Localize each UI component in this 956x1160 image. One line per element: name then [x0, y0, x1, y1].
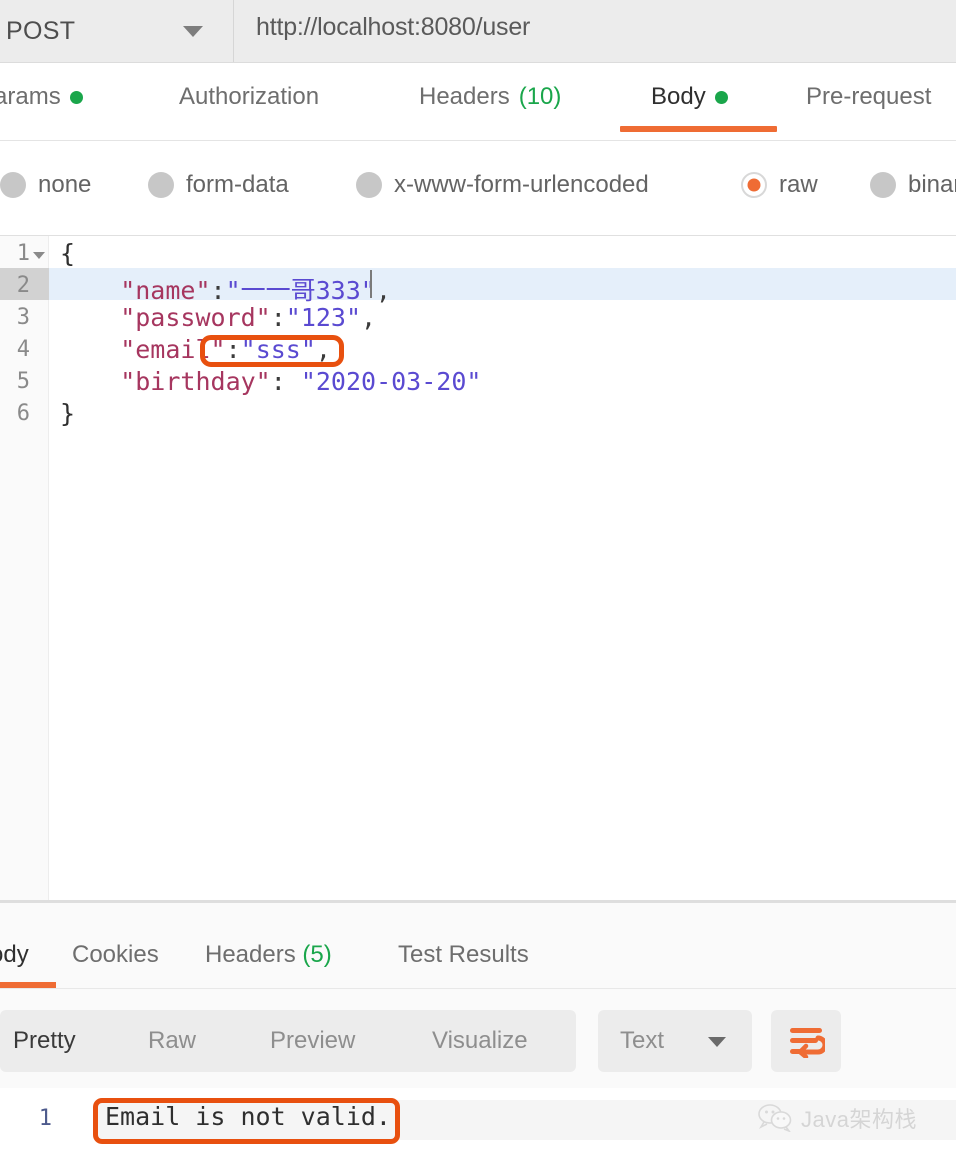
code-line-5: "birthday": "2020-03-20"	[60, 367, 482, 396]
response-tab-test-results-label: Test Results	[398, 941, 529, 968]
chevron-down-icon	[183, 26, 203, 37]
response-tab-test-results[interactable]: Test Results	[398, 941, 529, 969]
fold-arrow-icon[interactable]	[33, 252, 45, 259]
body-type-radio-group: none form-data x-www-form-urlencoded raw…	[0, 141, 956, 237]
text-cursor	[370, 270, 372, 298]
tab-headers[interactable]: Headers (10)	[419, 83, 561, 111]
response-tab-headers-count: (5)	[302, 941, 332, 968]
code-line-3: "password":"123",	[60, 303, 377, 332]
request-body-editor[interactable]: 1 2 3 4 5 6 { "name":"一一哥333", "password…	[0, 236, 956, 900]
response-tab-body[interactable]: ody	[0, 941, 29, 969]
view-mode-visualize-label: Visualize	[432, 1027, 528, 1054]
response-line-number: 1	[38, 1106, 52, 1131]
tab-body[interactable]: Body	[651, 83, 728, 111]
active-tab-indicator	[620, 126, 777, 132]
line-number: 5	[16, 369, 30, 394]
radio-x-www-form-urlencoded[interactable]: x-www-form-urlencoded	[356, 171, 649, 199]
radio-circle-icon	[148, 172, 174, 198]
view-mode-pretty[interactable]: Pretty	[13, 1027, 76, 1055]
chevron-down-icon	[708, 1037, 726, 1047]
line-number: 1	[16, 241, 30, 266]
view-mode-preview[interactable]: Preview	[270, 1027, 355, 1055]
http-method-dropdown[interactable]: POST	[0, 0, 233, 62]
radio-form-data[interactable]: form-data	[148, 171, 289, 199]
request-url-bar: POST http://localhost:8080/user	[0, 0, 956, 62]
response-tab-headers-label: Headers	[205, 941, 296, 968]
code-line-4: "email":"sss",	[60, 335, 331, 364]
url-bar-divider	[233, 0, 234, 62]
response-tab-cookies-label: Cookies	[72, 941, 159, 968]
radio-raw-label: raw	[779, 171, 818, 198]
radio-x-www-form-urlencoded-label: x-www-form-urlencoded	[394, 171, 649, 198]
radio-circle-icon	[0, 172, 26, 198]
word-wrap-button[interactable]	[771, 1010, 841, 1072]
line-number: 6	[16, 401, 30, 426]
response-tab-headers[interactable]: Headers (5)	[205, 941, 332, 969]
view-mode-preview-label: Preview	[270, 1027, 356, 1054]
radio-form-data-label: form-data	[186, 171, 289, 198]
view-mode-raw[interactable]: Raw	[148, 1027, 196, 1055]
code-line-1: {	[60, 239, 76, 268]
code-line-2: "name":"一一哥333",	[60, 276, 391, 305]
unsaved-dot-icon	[69, 90, 83, 104]
view-mode-pretty-label: Pretty	[13, 1027, 76, 1054]
line-number: 2	[16, 273, 30, 298]
radio-raw[interactable]: raw	[741, 171, 818, 199]
tab-headers-label: Headers	[419, 83, 510, 110]
line-number: 4	[16, 337, 30, 362]
editor-gutter	[0, 236, 49, 900]
radio-none-label: none	[38, 171, 92, 198]
view-mode-raw-label: Raw	[148, 1027, 197, 1054]
code-line-6: }	[60, 399, 76, 428]
radio-circle-icon	[356, 172, 382, 198]
url-input[interactable]: http://localhost:8080/user	[256, 13, 530, 42]
tab-params-label: Params	[0, 83, 61, 110]
postman-window: POST http://localhost:8080/user Params A…	[0, 0, 956, 1160]
response-tabs-bottom-border	[0, 988, 956, 989]
response-tab-cookies[interactable]: Cookies	[72, 941, 159, 969]
radio-binary-label: binary	[908, 171, 956, 198]
http-method-label: POST	[6, 16, 76, 45]
radio-none[interactable]: none	[0, 171, 91, 199]
response-tab-body-label: ody	[0, 941, 29, 968]
tab-pre-request[interactable]: Pre-request	[806, 83, 931, 111]
tab-headers-count: (10)	[518, 83, 562, 110]
tab-authorization-label: Authorization	[179, 83, 320, 110]
request-tab-strip: Params Authorization Headers (10) Body P…	[0, 63, 956, 141]
view-mode-visualize[interactable]: Visualize	[432, 1027, 528, 1055]
word-wrap-icon	[790, 1028, 825, 1058]
response-view-mode-group: Pretty Raw Preview Visualize	[0, 1010, 576, 1072]
unsaved-dot-icon	[714, 90, 728, 104]
tab-authorization[interactable]: Authorization	[179, 83, 319, 111]
response-format-select[interactable]: Text	[598, 1010, 752, 1072]
response-format-label: Text	[620, 1027, 665, 1054]
wechat-icon	[758, 1104, 792, 1132]
line-number: 3	[16, 305, 30, 330]
watermark-text: Java架构栈	[801, 1107, 917, 1132]
radio-circle-icon	[870, 172, 896, 198]
radio-circle-selected-icon	[741, 172, 767, 198]
response-annotation-box	[93, 1098, 400, 1144]
tab-params[interactable]: Params	[0, 83, 83, 111]
tab-pre-request-label: Pre-request	[806, 83, 932, 110]
watermark: Java架构栈	[758, 1102, 917, 1134]
radio-binary[interactable]: binary	[870, 171, 956, 199]
tab-body-label: Body	[651, 83, 706, 110]
